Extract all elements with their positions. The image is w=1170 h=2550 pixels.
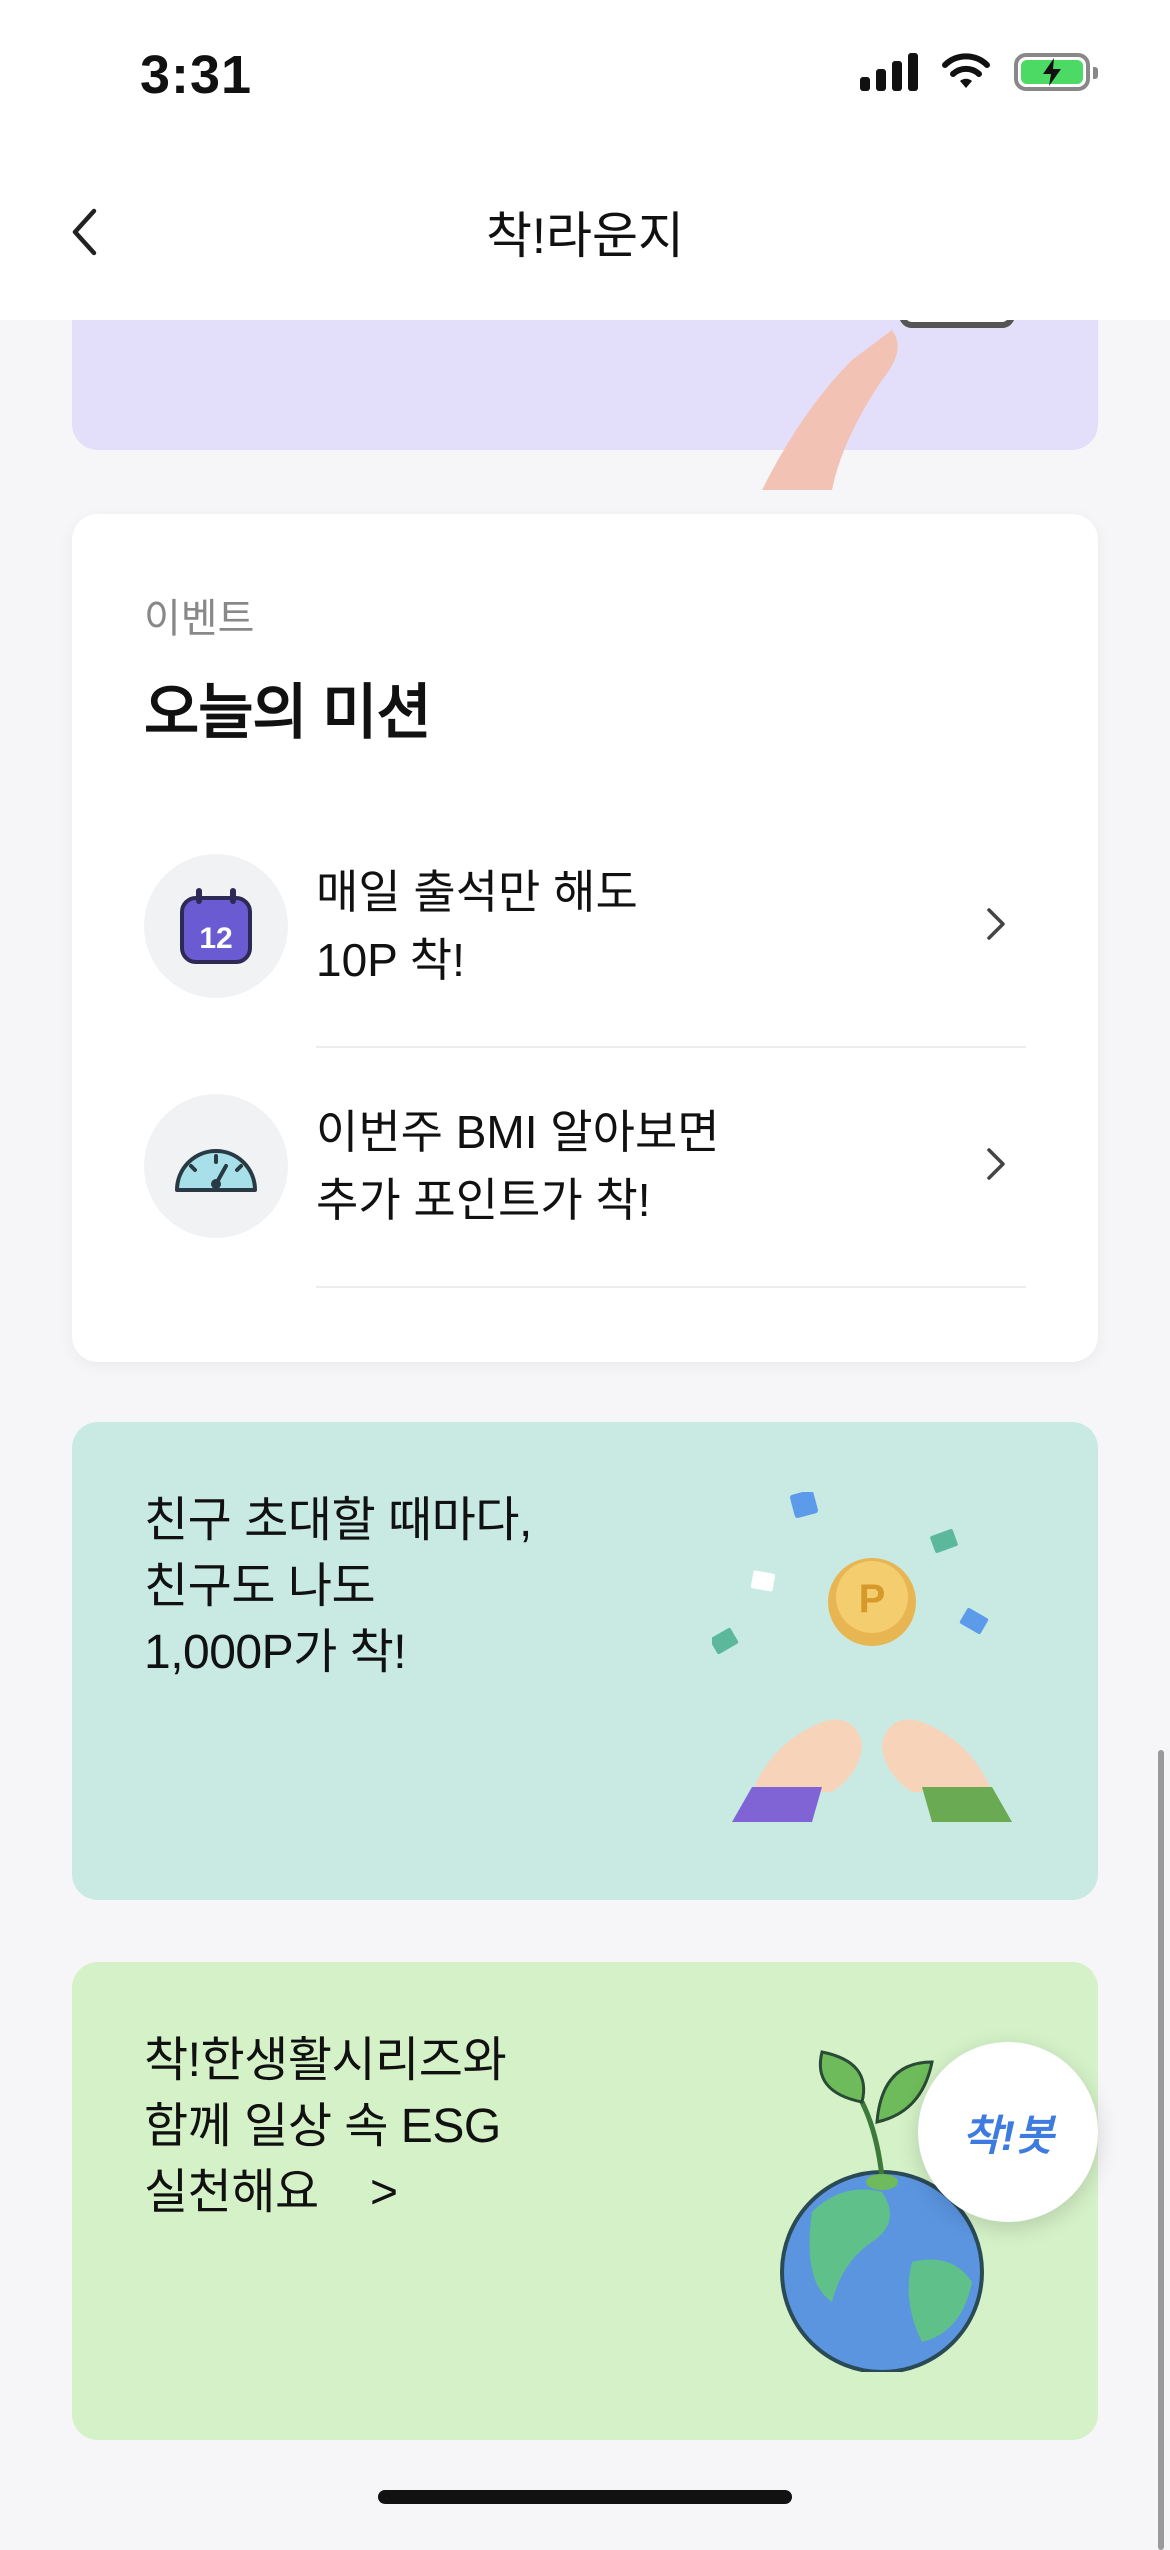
esg-banner[interactable]: 착!한생활시리즈와 함께 일상 속 ESG 실천해요 > — [72, 1962, 1098, 2440]
gauge-icon-badge — [144, 1094, 288, 1238]
home-indicator[interactable] — [378, 2490, 792, 2504]
gauge-icon — [175, 1149, 257, 1192]
esg-line3: 실천해요 > — [144, 2166, 398, 2219]
chat-bot-label: 착!봇 — [962, 2111, 1054, 2159]
calendar-icon-badge: 12 — [144, 854, 288, 998]
chevron-right-icon — [976, 904, 1016, 944]
mission-item-bmi[interactable]: 이번주 BMI 알아보면 추가 포인트가 착! — [144, 1094, 1026, 1334]
divider — [316, 1286, 1026, 1288]
battery-charging-icon — [1014, 53, 1098, 91]
status-time: 3:31 — [140, 45, 253, 105]
section-title: 오늘의 미션 — [144, 679, 432, 746]
wifi-icon — [942, 53, 990, 88]
mission-line2: 추가 포인트가 착! — [316, 1174, 651, 1226]
page-title: 착!라운지 — [486, 208, 684, 264]
divider — [316, 1046, 1026, 1048]
invite-text: 친구 초대할 때마다, 친구도 나도 1,000P가 착! — [144, 1488, 532, 1686]
calendar-number: 12 — [199, 922, 232, 955]
esg-text: 착!한생활시리즈와 함께 일상 속 ESG 실천해요 > — [144, 2028, 507, 2226]
mission-text: 매일 출석만 해도 10P 착! — [316, 858, 638, 994]
calendar-icon: 12 — [180, 888, 252, 964]
invite-line2: 친구도 나도 — [144, 1560, 376, 1613]
mission-line1: 이번주 BMI 알아보면 — [316, 1106, 720, 1158]
arrow-icon: > — [369, 2166, 398, 2219]
mission-line1: 매일 출석만 해도 — [316, 866, 638, 918]
mission-text: 이번주 BMI 알아보면 추가 포인트가 착! — [316, 1098, 720, 1234]
invite-line3: 1,000P가 착! — [144, 1626, 407, 1679]
status-bar: 3:31 — [0, 0, 1170, 150]
navigation-bar: 착!라운지 — [0, 150, 1170, 320]
esg-line1: 착!한생활시리즈와 — [144, 2034, 507, 2087]
chevron-right-icon — [976, 1144, 1016, 1184]
signal-icon — [860, 53, 918, 91]
pinky-promise-illustration: P — [712, 1492, 1012, 1822]
scroll-content[interactable]: 이벤트 오늘의 미션 12 매일 출석만 해도 10P 착! 이번주 BMI 알… — [0, 320, 1170, 2532]
mission-line2: 10P 착! — [316, 934, 465, 986]
invite-banner[interactable]: 친구 초대할 때마다, 친구도 나도 1,000P가 착! P — [72, 1422, 1098, 1900]
chat-bot-button[interactable]: 착!봇 — [918, 2042, 1098, 2222]
coin-letter: P — [859, 1577, 886, 1621]
status-icons — [860, 52, 1098, 92]
mission-item-attendance[interactable]: 12 매일 출석만 해도 10P 착! — [144, 854, 1026, 1094]
section-label: 이벤트 — [144, 597, 255, 641]
invite-line1: 친구 초대할 때마다, — [144, 1494, 532, 1547]
esg-line2: 함께 일상 속 ESG — [144, 2100, 501, 2153]
hand-phone-illustration — [762, 320, 1014, 490]
promo-banner[interactable] — [72, 320, 1098, 490]
mission-card: 이벤트 오늘의 미션 12 매일 출석만 해도 10P 착! 이번주 BMI 알… — [72, 514, 1098, 1362]
scrollbar[interactable] — [1158, 1750, 1164, 2550]
